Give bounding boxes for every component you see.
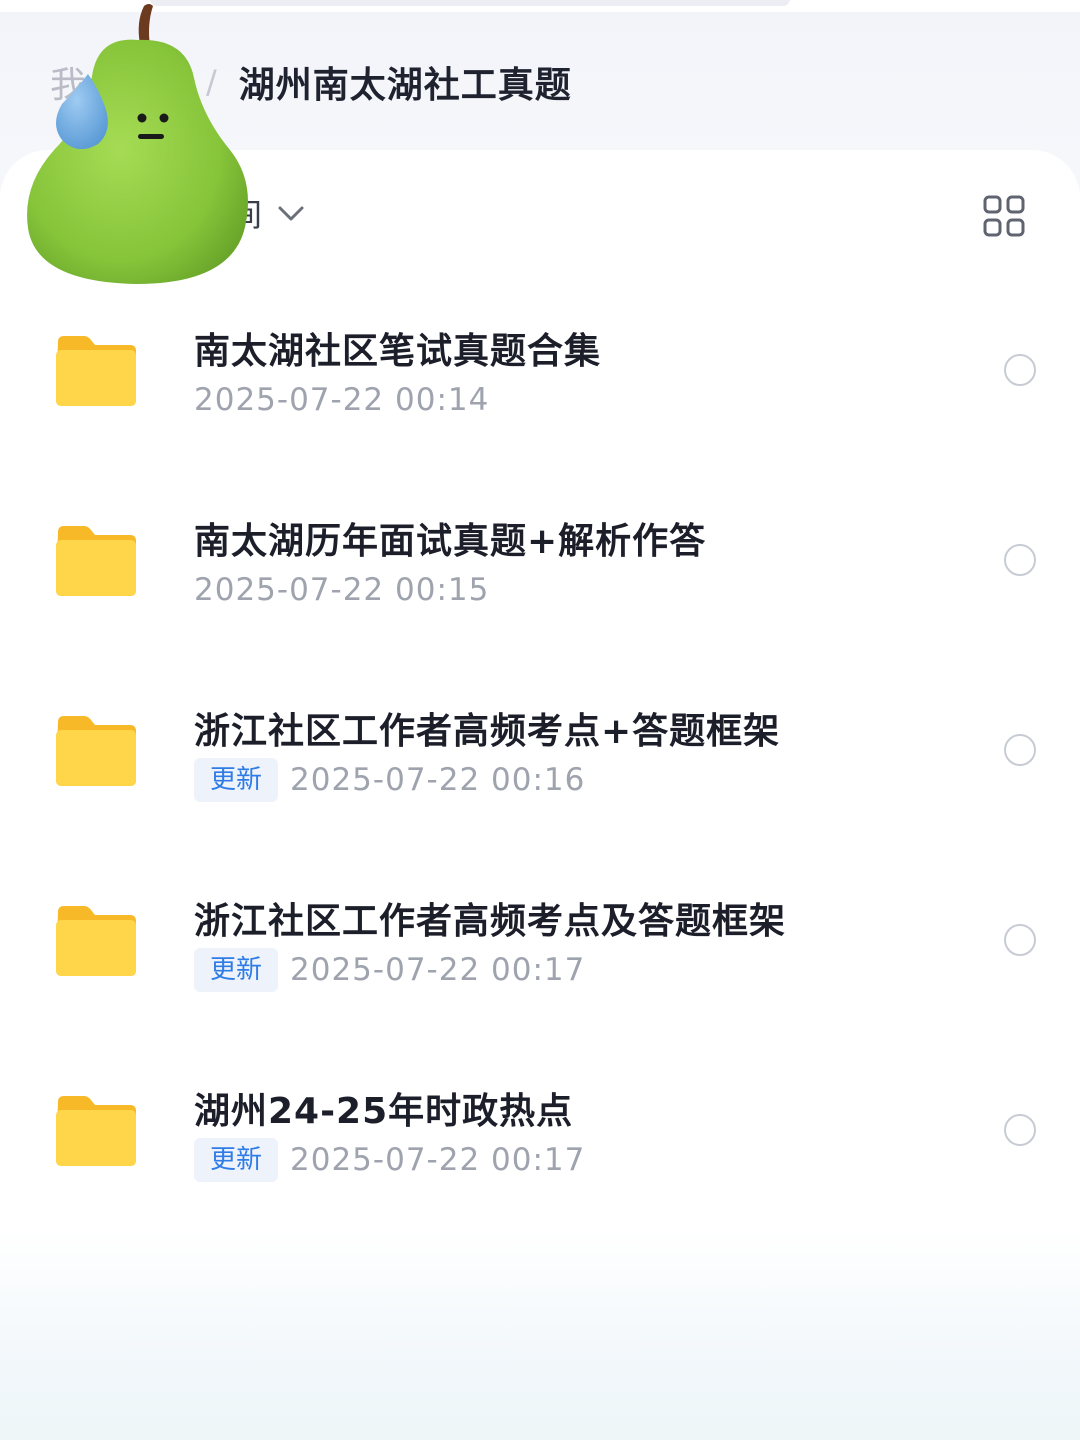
file-date: 2025-07-22 00:17 [290, 1142, 586, 1178]
list-item[interactable]: 湖州24-25年时政热点 更新 2025-07-22 00:17 [0, 1072, 1080, 1262]
update-badge: 更新 [194, 948, 279, 992]
list-item[interactable]: 浙江社区工作者高频考点及答题框架 更新 2025-07-22 00:17 [0, 882, 1080, 1072]
file-meta: 2025-07-22 00:14 [194, 378, 489, 422]
chevron-down-icon [276, 194, 306, 232]
page-title: 湖州南太湖社工真题 [238, 65, 572, 106]
file-name: 南太湖社区笔试真题合集 [194, 331, 602, 372]
select-checkbox[interactable] [1004, 1114, 1036, 1146]
file-date: 2025-07-22 00:14 [194, 382, 490, 418]
file-name: 南太湖历年面试真题+解析作答 [194, 521, 707, 562]
list-item[interactable]: 浙江社区工作者高频考点+答题框架 更新 2025-07-22 00:16 [0, 692, 1080, 882]
pear-sticker [18, 0, 258, 292]
list-item[interactable]: 南太湖历年面试真题+解析作答 2025-07-22 00:15 [0, 502, 1080, 692]
select-checkbox[interactable] [1004, 924, 1036, 956]
file-name: 浙江社区工作者高频考点及答题框架 [194, 901, 787, 942]
file-name: 浙江社区工作者高频考点+答题框架 [194, 711, 781, 752]
file-meta: 更新 2025-07-22 00:16 [194, 758, 585, 802]
update-badge: 更新 [194, 1138, 279, 1182]
file-meta: 更新 2025-07-22 00:17 [194, 1138, 585, 1182]
folder-icon [54, 714, 138, 788]
select-checkbox[interactable] [1004, 354, 1036, 386]
file-list-card: 间 南太湖社区笔试真题合集 2025-07-22 [0, 150, 1080, 1440]
file-date: 2025-07-22 00:17 [290, 952, 586, 988]
folder-icon [54, 904, 138, 978]
folder-icon [54, 524, 138, 598]
file-meta: 2025-07-22 00:15 [194, 568, 489, 612]
folder-icon [54, 334, 138, 408]
file-date: 2025-07-22 00:16 [290, 762, 586, 798]
grid-view-icon[interactable] [982, 194, 1026, 238]
file-name: 湖州24-25年时政热点 [194, 1091, 574, 1132]
select-checkbox[interactable] [1004, 544, 1036, 576]
update-badge: 更新 [194, 758, 279, 802]
file-meta: 更新 2025-07-22 00:17 [194, 948, 585, 992]
list-item[interactable]: 南太湖社区笔试真题合集 2025-07-22 00:14 [0, 312, 1080, 502]
folder-icon [54, 1094, 138, 1168]
select-checkbox[interactable] [1004, 734, 1036, 766]
file-date: 2025-07-22 00:15 [194, 572, 490, 608]
